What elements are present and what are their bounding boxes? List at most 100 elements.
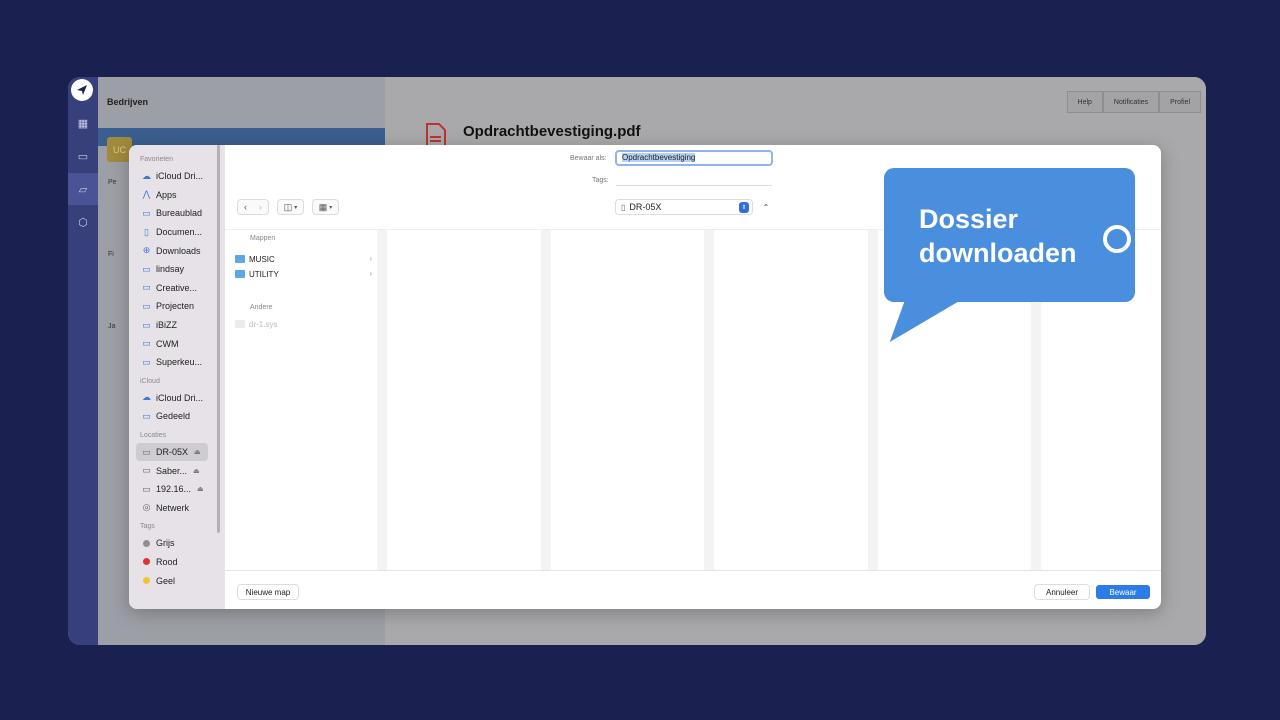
updown-icon: ⇕ (739, 202, 749, 213)
network-icon: ◎ (142, 502, 151, 513)
group-button[interactable]: ▦ ▾ (312, 199, 339, 215)
sidebar-item-label: iCloud Dri... (156, 171, 204, 182)
folder-icon: ▭ (142, 282, 151, 293)
sidebar-scrollbar[interactable] (217, 145, 220, 533)
callout-bubble: Dossier downloaden (884, 168, 1135, 342)
notifications-button[interactable]: Notificaties (1102, 91, 1160, 113)
sidebar-item-label: Rood (156, 556, 178, 567)
grid-view-icon: ▦ (318, 201, 328, 212)
sidebar-item[interactable]: ▭ Saber... ⏏ (136, 461, 225, 480)
sidebar-item-label: iBiZZ (156, 320, 177, 331)
tags-input[interactable] (616, 174, 772, 186)
location-select[interactable]: ▯ DR-05X ⇕ (615, 199, 753, 215)
sidebar-item-label: Creative... (156, 282, 198, 293)
forward-icon[interactable]: › (253, 202, 268, 212)
eject-icon[interactable]: ⏏ (197, 485, 204, 493)
sidebar-item-label: Saber... (156, 465, 188, 476)
sidebar-item[interactable]: ▭ iBiZZ (136, 316, 225, 335)
sidebar-item[interactable]: ▭ Bureaublad (136, 204, 225, 223)
chevron-down-icon: ▾ (294, 204, 298, 211)
desktop-icon: ▭ (142, 207, 151, 218)
download-icon: ⊕ (142, 245, 151, 256)
eject-icon[interactable]: ⏏ (194, 448, 201, 456)
column-divider[interactable] (868, 230, 878, 570)
sidebar-item[interactable]: ▭ Projecten (136, 297, 225, 316)
columns-icon: ◫ (283, 201, 293, 212)
folder-row[interactable]: MUSIC › (235, 252, 375, 266)
chat-icon[interactable]: ▭ (68, 140, 98, 172)
sidebar-item[interactable]: Rood (136, 553, 225, 572)
apps-icon: ⋀ (142, 189, 151, 200)
sidebar-item[interactable]: Geel (136, 571, 225, 590)
cancel-button[interactable]: Annuleer (1035, 585, 1089, 599)
file-icon (235, 320, 245, 328)
sidebar-item-label: DR-05X (156, 447, 189, 458)
shared-folder-icon: ▭ (142, 410, 151, 421)
sidebar-item[interactable]: ⊕ Downloads (136, 241, 225, 260)
document-icon: ▯ (144, 226, 149, 237)
sidebar-item[interactable]: ⋀ Apps (136, 186, 225, 205)
sidebar-item-label: Geel (156, 575, 176, 586)
app-logo-icon[interactable] (71, 79, 93, 101)
other-section-label: Andere (250, 304, 273, 311)
cloud-icon: ☁ (142, 392, 151, 403)
sidebar-item-label: lindsay (156, 264, 185, 275)
sd-card-icon: ▯ (621, 202, 626, 212)
sidebar-item[interactable]: Grijs (136, 534, 225, 553)
folder-icon: ▭ (142, 263, 151, 274)
sidebar-item-label: 192.16... (156, 484, 192, 495)
pane-title: Bedrijven (107, 97, 149, 107)
click-indicator-icon (1103, 225, 1131, 253)
folder-name: MUSIC (249, 254, 275, 264)
eject-icon[interactable]: ⏏ (193, 467, 200, 475)
sidebar-item[interactable]: ▭ Gedeeld (136, 407, 225, 426)
section-fragment: Ja (108, 323, 116, 330)
filename-input[interactable]: Opdrachtbevestiging (615, 150, 773, 166)
column-divider[interactable] (541, 230, 551, 570)
folder-icon: ▭ (142, 319, 151, 330)
section-fragment: Fi (108, 251, 114, 258)
help-button[interactable]: Help (1066, 91, 1103, 113)
save-as-label: Bewaar als: (570, 155, 607, 162)
sidebar-item[interactable]: ◎ Netwerk (136, 499, 225, 518)
sidebar-item-label: Downloads (156, 245, 201, 256)
sidebar-item[interactable]: ▭ 192.16... ⏏ (136, 480, 225, 499)
tags-label: Tags: (592, 177, 609, 184)
top-buttons: Help Notificaties Profiel (1066, 91, 1201, 113)
box-icon[interactable]: ⬡ (68, 206, 98, 238)
sidebar-section-icloud: iCloud (140, 377, 160, 385)
sidebar-item-label: Netwerk (156, 502, 190, 513)
folder-nav-icon[interactable]: ▱ (68, 173, 98, 205)
collapse-chevron-icon[interactable]: ⌃ (760, 200, 772, 214)
sidebar-item-label: iCloud Dri... (156, 392, 204, 403)
sidebar-item[interactable]: ▭ Superkeu... (136, 353, 225, 372)
new-folder-button[interactable]: Nieuwe map (238, 585, 298, 599)
dialog-footer: Nieuwe map Annuleer Bewaar (225, 570, 1161, 609)
column-divider[interactable] (377, 230, 387, 570)
sidebar-item[interactable]: ▯ Documen... (136, 223, 225, 242)
browser-column: Mappen MUSIC › UTILITY › Andere dr-1.sys (225, 230, 377, 570)
sidebar-item[interactable]: ▭ Creative... (136, 279, 225, 298)
sidebar-item[interactable]: ▭ DR-05X ⏏ (136, 442, 208, 462)
document-title: Opdrachtbevestiging.pdf (463, 123, 641, 140)
selected-company-bar[interactable] (98, 128, 385, 146)
sidebar-item-label: Superkeu... (156, 357, 203, 368)
sidebar-item[interactable]: ▭ lindsay (136, 260, 225, 279)
sidebar-item[interactable]: ▭ CWM (136, 334, 225, 353)
back-forward-buttons[interactable]: ‹ › (237, 199, 269, 215)
grid-icon[interactable]: ▦ (68, 107, 98, 139)
location-value: DR-05X (629, 202, 662, 212)
view-columns-button[interactable]: ◫ ▾ (277, 199, 304, 215)
sidebar-item[interactable]: ☁ iCloud Dri... (136, 389, 225, 408)
save-button[interactable]: Bewaar (1096, 585, 1150, 599)
tag-color-icon (143, 539, 150, 547)
sidebar-item-label: Documen... (156, 227, 203, 238)
folder-row[interactable]: UTILITY › (235, 267, 375, 281)
folder-name: UTILITY (249, 269, 279, 279)
back-icon[interactable]: ‹ (238, 202, 253, 212)
folder-icon (235, 255, 245, 263)
sidebar-item[interactable]: ☁ iCloud Dri... (136, 167, 225, 186)
profile-button[interactable]: Profiel (1159, 91, 1201, 113)
column-divider[interactable] (704, 230, 714, 570)
finder-sidebar: Favorieten ☁ iCloud Dri... ⋀ Apps ▭ Bureaubla… (129, 145, 225, 609)
